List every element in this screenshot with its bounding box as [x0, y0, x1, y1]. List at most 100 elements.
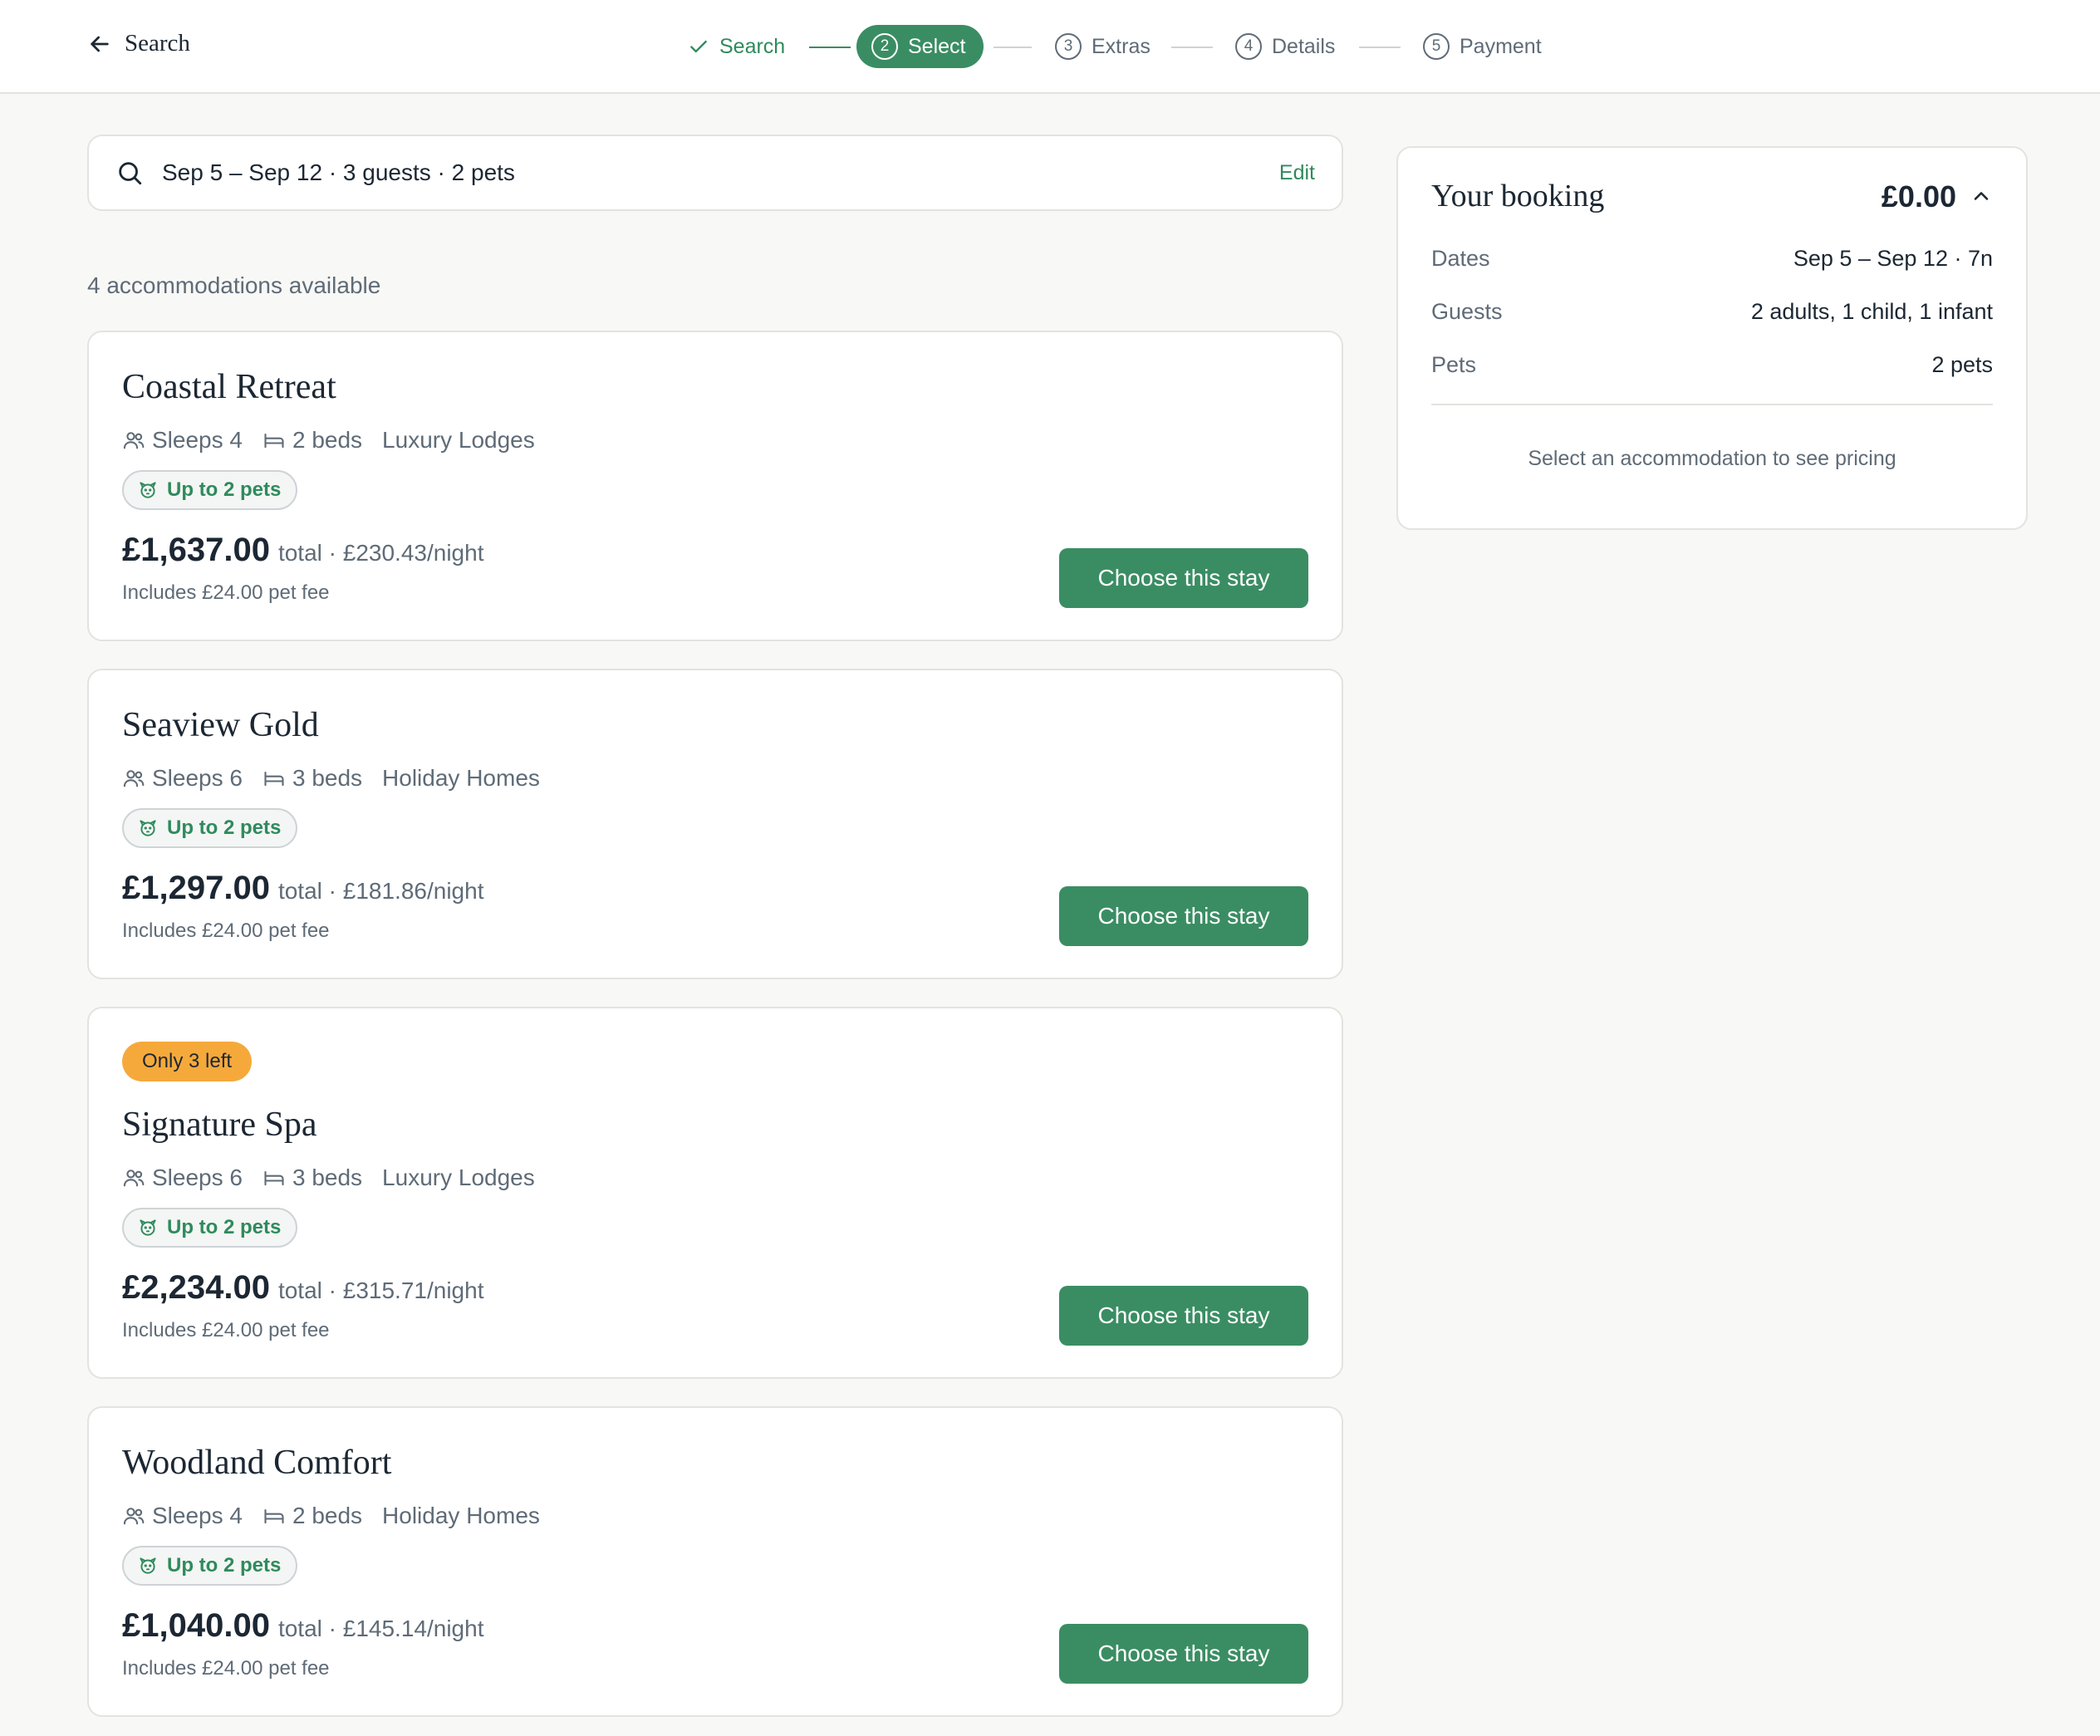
accommodation-card: Woodland Comfort Sleeps 4 2 beds Holiday… — [87, 1406, 1343, 1717]
pricing-hint: Select an accommodation to see pricing — [1528, 447, 1896, 470]
booking-total: £0.00 — [1881, 179, 1956, 213]
pet-icon — [140, 482, 156, 498]
beds-text: 2 beds — [292, 1503, 363, 1528]
category-text: Luxury Lodges — [382, 427, 535, 453]
pets-allowed-badge: Up to 2 pets — [122, 470, 298, 510]
step-payment[interactable]: 5 Payment — [1423, 25, 1542, 68]
sleeps-text: Sleeps 4 — [152, 1503, 243, 1528]
price-line: £1,297.00 total · £181.86/night — [122, 870, 483, 907]
check-icon — [690, 40, 707, 53]
price-per-night: total · £230.43/night — [277, 540, 484, 566]
price-per-night: total · £315.71/night — [277, 1277, 484, 1303]
pets-allowed-badge: Up to 2 pets — [122, 1208, 298, 1248]
step-connector — [994, 47, 1032, 48]
step-label: Details — [1272, 34, 1336, 58]
step-details[interactable]: 4 Details — [1235, 25, 1335, 68]
price-line: £1,637.00 total · £230.43/night — [122, 532, 483, 569]
results-count: 4 accommodations available — [87, 272, 381, 298]
chevron-up-icon[interactable] — [1970, 184, 1993, 208]
row-label: Dates — [1431, 246, 1490, 271]
pets-allowed-text: Up to 2 pets — [167, 478, 282, 501]
accommodation-card: Coastal Retreat Sleeps 4 2 beds Luxury L… — [87, 331, 1343, 641]
price-line: £2,234.00 total · £315.71/night — [122, 1269, 483, 1307]
people-icon — [123, 432, 145, 449]
row-value: 2 pets — [1931, 352, 1993, 377]
pet-fee-note: Includes £24.00 pet fee — [122, 581, 330, 604]
beds-text: 3 beds — [292, 765, 363, 791]
step-number: 2 — [871, 33, 898, 60]
total-price: £1,637.00 — [122, 532, 270, 568]
row-label: Guests — [1431, 299, 1503, 324]
step-number: 4 — [1235, 33, 1262, 60]
booking-row-guests: Guests 2 adults, 1 child, 1 infant — [1431, 299, 1993, 325]
step-label: Extras — [1092, 34, 1151, 58]
total-price: £2,234.00 — [122, 1269, 270, 1306]
accommodation-name: Coastal Retreat — [122, 368, 336, 406]
booking-summary-panel: Your booking £0.00 Dates Sep 5 – Sep 12 … — [1396, 146, 2028, 530]
pets-allowed-text: Up to 2 pets — [167, 1554, 282, 1577]
top-bar: Search Search 2 Select 3 Extras 4 Detail… — [0, 0, 2100, 94]
beds-text: 3 beds — [292, 1165, 363, 1190]
booking-row-dates: Dates Sep 5 – Sep 12 · 7n — [1431, 246, 1993, 272]
pets-allowed-badge: Up to 2 pets — [122, 808, 298, 848]
category-text: Holiday Homes — [382, 1503, 540, 1528]
step-connector — [809, 47, 851, 48]
pet-icon — [140, 1557, 156, 1574]
total-price: £1,040.00 — [122, 1607, 270, 1644]
price-per-night: total · £145.14/night — [277, 1616, 484, 1641]
sleeps-text: Sleeps 6 — [152, 765, 243, 791]
people-icon — [123, 1508, 145, 1525]
accommodation-name: Seaview Gold — [122, 706, 319, 744]
sleeps-text: Sleeps 6 — [152, 1165, 243, 1190]
step-label: Search — [719, 34, 786, 58]
pet-fee-note: Includes £24.00 pet fee — [122, 1657, 330, 1680]
row-value: Sep 5 – Sep 12 · 7n — [1793, 246, 1993, 271]
step-label: Payment — [1460, 34, 1542, 58]
choose-stay-button[interactable]: Choose this stay — [1059, 548, 1308, 608]
step-number: 3 — [1055, 33, 1082, 60]
people-icon — [123, 1170, 145, 1187]
step-extras[interactable]: 3 Extras — [1055, 25, 1151, 68]
people-icon — [123, 770, 145, 787]
accommodation-name: Woodland Comfort — [122, 1444, 392, 1482]
choose-stay-button[interactable]: Choose this stay — [1059, 1624, 1308, 1684]
bed-icon — [264, 1508, 284, 1524]
divider — [1431, 404, 1993, 405]
search-summary-text: Sep 5 – Sep 12 · 3 guests · 2 pets — [162, 159, 515, 185]
step-connector — [1359, 47, 1401, 48]
booking-title: Your booking — [1431, 179, 1605, 213]
price-per-night: total · £181.86/night — [277, 878, 484, 904]
total-price: £1,297.00 — [122, 870, 270, 906]
pets-allowed-badge: Up to 2 pets — [122, 1546, 298, 1586]
pets-allowed-text: Up to 2 pets — [167, 817, 282, 839]
step-number: 5 — [1423, 33, 1450, 60]
choose-stay-button[interactable]: Choose this stay — [1059, 1286, 1308, 1346]
pet-fee-note: Includes £24.00 pet fee — [122, 1319, 330, 1341]
search-summary-bar[interactable]: Sep 5 – Sep 12 · 3 guests · 2 pets Edit — [87, 135, 1343, 211]
price-line: £1,040.00 total · £145.14/night — [122, 1607, 483, 1645]
category-text: Holiday Homes — [382, 765, 540, 791]
row-value: 2 adults, 1 child, 1 infant — [1750, 299, 1993, 324]
accommodation-card: Seaview Gold Sleeps 6 3 beds Holiday Hom… — [87, 669, 1343, 979]
edit-search-link[interactable]: Edit — [1279, 161, 1315, 185]
search-icon — [119, 162, 142, 185]
step-label: Select — [908, 34, 966, 58]
bed-icon — [264, 433, 284, 449]
step-connector — [1171, 47, 1213, 48]
accommodation-meta: Sleeps 4 2 beds Luxury Lodges — [122, 427, 555, 454]
sleeps-text: Sleeps 4 — [152, 427, 243, 453]
bed-icon — [264, 771, 284, 787]
pet-fee-note: Includes £24.00 pet fee — [122, 919, 330, 942]
category-text: Luxury Lodges — [382, 1165, 535, 1190]
step-select[interactable]: 2 Select — [856, 25, 984, 68]
booking-row-pets: Pets 2 pets — [1431, 352, 1993, 378]
accommodation-name: Signature Spa — [122, 1106, 317, 1144]
booking-stepper: Search 2 Select 3 Extras 4 Details 5 Pay… — [0, 25, 2100, 68]
accommodation-meta: Sleeps 4 2 beds Holiday Homes — [122, 1503, 560, 1529]
choose-stay-button[interactable]: Choose this stay — [1059, 886, 1308, 946]
accommodation-meta: Sleeps 6 3 beds Luxury Lodges — [122, 1165, 555, 1191]
step-search[interactable]: Search — [688, 25, 785, 68]
availability-badge: Only 3 left — [122, 1042, 253, 1081]
pet-icon — [140, 820, 156, 836]
beds-text: 2 beds — [292, 427, 363, 453]
